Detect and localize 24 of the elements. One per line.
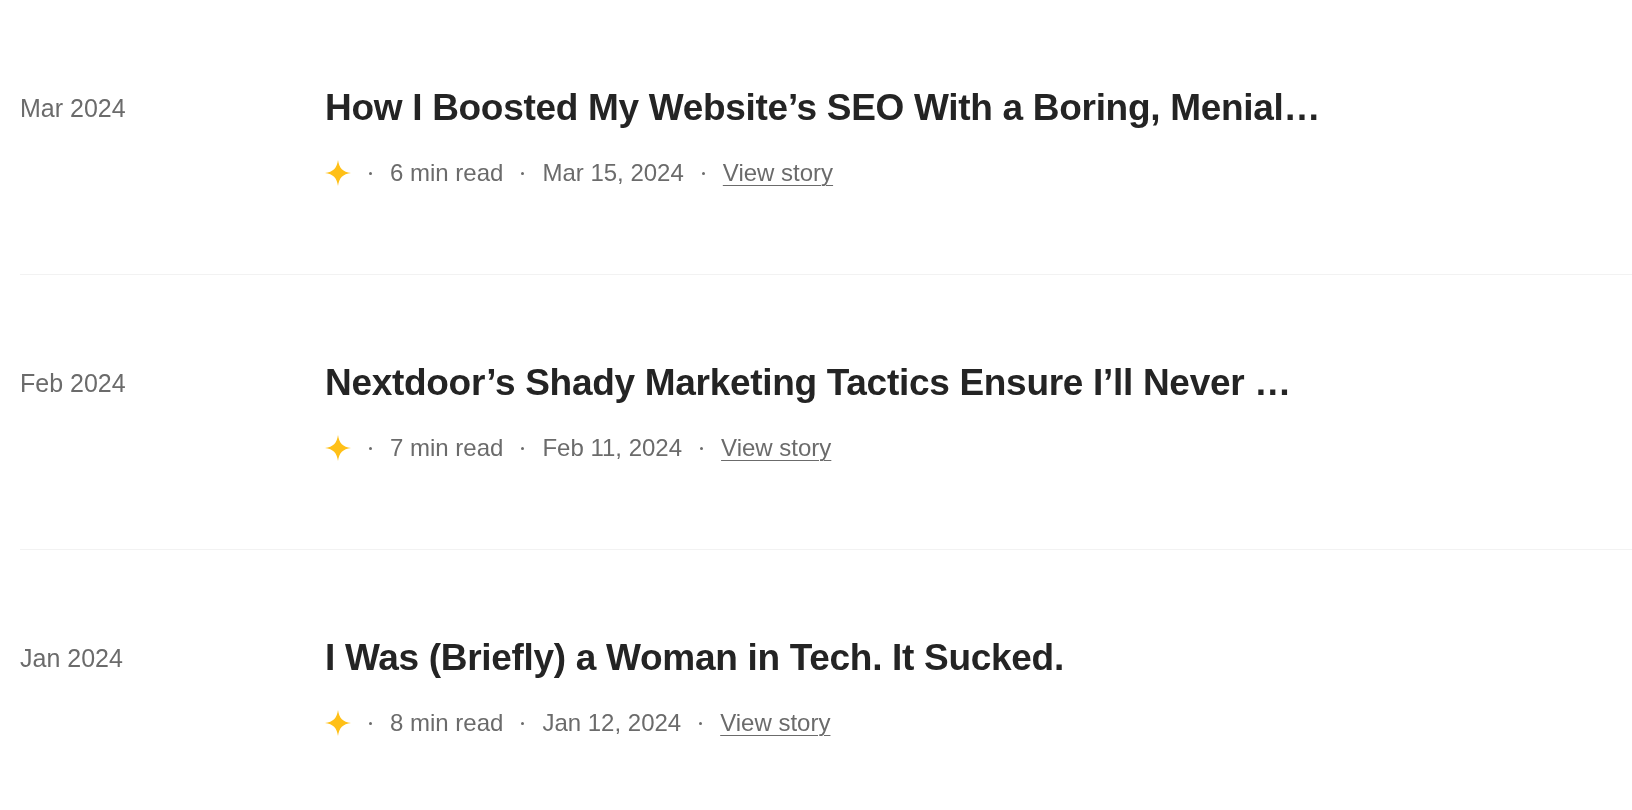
story-month: Jan 2024 (20, 643, 123, 673)
read-time: 8 min read (390, 708, 504, 738)
story-month: Mar 2024 (20, 93, 126, 123)
separator-dot-icon (700, 446, 704, 450)
story-title[interactable]: Nextdoor’s Shady Marketing Tactics Ensure I’ll Never … (325, 361, 1291, 405)
story-month: Feb 2024 (20, 368, 126, 398)
read-time: 6 min read (390, 158, 504, 188)
separator-dot-icon (369, 721, 372, 725)
publish-date: Feb 11, 2024 (542, 433, 683, 463)
read-time: 7 min read (390, 433, 504, 463)
separator-dot-icon (521, 446, 525, 450)
view-story-link[interactable]: View story (720, 708, 831, 738)
story-title[interactable]: How I Boosted My Website’s SEO With a Boring, Menial… (325, 86, 1321, 130)
publish-date: Jan 12, 2024 (542, 708, 682, 738)
separator-dot-icon (699, 721, 703, 725)
separator-dot-icon (369, 446, 372, 450)
separator-dot-icon (521, 171, 525, 175)
separator-dot-icon (701, 171, 705, 175)
story-title[interactable]: I Was (Briefly) a Woman in Tech. It Sucked. (325, 636, 1064, 680)
separator-dot-icon (521, 721, 525, 725)
view-story-link[interactable]: View story (722, 158, 834, 188)
view-story-link[interactable]: View story (721, 433, 832, 463)
separator-dot-icon (369, 171, 372, 175)
publish-date: Mar 15, 2024 (542, 158, 684, 188)
